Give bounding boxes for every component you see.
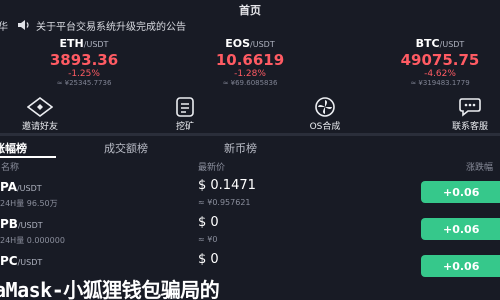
- quick-action-invite[interactable]: 邀请好友: [0, 96, 100, 132]
- row-price: $ 0: [198, 215, 219, 230]
- ticker-volume: ≈ ¥319483.1779: [410, 79, 470, 87]
- quick-action-label: 邀请好友: [21, 122, 58, 132]
- section-divider: [0, 133, 500, 136]
- row-volume: 24H量 0.000000: [0, 236, 65, 245]
- row-price: $ 0: [198, 252, 219, 267]
- quick-action-label: 挖矿: [175, 122, 194, 132]
- status-bar: 首页: [0, 0, 500, 17]
- ticker-pair: ETH/USDT: [59, 37, 109, 50]
- overlay-title-text: aMask-小狐狸钱包骗局的: [0, 278, 220, 300]
- quick-action-mining[interactable]: 挖矿: [125, 96, 245, 132]
- ticker-change: -4.62%: [424, 69, 456, 79]
- ticker-price: 3893.36: [49, 51, 119, 69]
- ranking-tabs: 涨幅榜 成交额榜 新币榜: [0, 138, 500, 158]
- column-header-name: 名称: [1, 163, 20, 173]
- ticker-card-eos[interactable]: EOS/USDT 10.6619 -1.28% ≈ ¥69.6085836: [180, 38, 320, 88]
- diamond-icon: [25, 96, 55, 118]
- chat-icon: [455, 96, 485, 118]
- document-icon: [170, 96, 200, 118]
- ticker-change: -1.28%: [234, 69, 266, 79]
- tab-new-coins[interactable]: 新币榜: [224, 140, 257, 156]
- ticker-price: 10.6619: [215, 51, 285, 69]
- tab-turnover[interactable]: 成交额榜: [104, 140, 148, 156]
- column-header-change: 涨跌幅: [466, 163, 494, 173]
- ticker-card-eth[interactable]: ETH/USDT 3893.36 -1.25% ≈ ¥25345.7736: [14, 38, 154, 88]
- ticker-change: -1.25%: [68, 69, 100, 79]
- speaker-icon: [16, 18, 30, 32]
- quick-action-support[interactable]: 联系客服: [410, 96, 500, 132]
- row-symbol: PC/USDT: [0, 254, 43, 268]
- quick-action-os-synthesis[interactable]: OS合成: [265, 96, 385, 132]
- announcement-edge-text: 华: [0, 21, 8, 33]
- row-change-badge[interactable]: +0.06: [421, 181, 500, 203]
- ticker-volume: ≈ ¥69.6085836: [222, 79, 278, 87]
- row-symbol: PB/USDT: [0, 217, 43, 231]
- quick-action-label: OS合成: [309, 122, 341, 132]
- pinwheel-icon: [310, 96, 340, 118]
- row-price: $ 0.1471: [198, 178, 256, 193]
- quick-action-label: 联系客服: [451, 122, 488, 132]
- ticker-pair: BTC/USDT: [415, 37, 465, 50]
- ticker-volume: ≈ ¥25345.7736: [56, 79, 112, 87]
- active-tab-indicator: [0, 156, 56, 158]
- column-header-price: 最新价: [198, 163, 226, 173]
- announcement-text: 关于平台交易系统升级完成的公告: [36, 21, 186, 33]
- ticker-card-btc[interactable]: BTC/USDT 49075.75 -4.62% ≈ ¥319483.1779: [370, 38, 500, 88]
- tab-gainers[interactable]: 涨幅榜: [0, 140, 27, 156]
- ticker-pair: EOS/USDT: [225, 37, 275, 50]
- row-symbol: PA/USDT: [0, 180, 42, 194]
- row-price-converted: ≈ ¥0.957621: [198, 198, 251, 207]
- ticker-price: 49075.75: [400, 51, 480, 69]
- row-volume: 24H量 96.50万: [0, 199, 58, 208]
- row-change-badge[interactable]: +0.06: [421, 218, 500, 240]
- row-price-converted: ≈ ¥0: [198, 235, 218, 244]
- announcement-bar[interactable]: 华 关于平台交易系统升级完成的公告: [0, 16, 500, 34]
